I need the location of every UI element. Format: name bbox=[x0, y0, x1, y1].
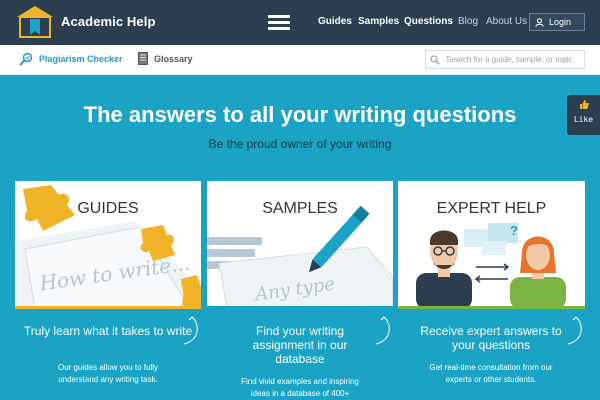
search-box[interactable] bbox=[425, 50, 585, 69]
user-icon bbox=[535, 17, 544, 27]
plagiarism-checker-link[interactable]: Plagiarism Checker bbox=[19, 52, 123, 66]
samples-card[interactable]: Any type SAMPLES bbox=[207, 181, 393, 309]
samples-description: Find vivid examples and inspiring ideas … bbox=[241, 377, 359, 398]
like-widget[interactable]: Like bbox=[567, 95, 600, 135]
samples-card-title: SAMPLES bbox=[262, 200, 338, 217]
expert-help-card-title: EXPERT HELP bbox=[436, 200, 547, 217]
nav-blog[interactable]: Blog bbox=[458, 16, 478, 27]
like-label: Like bbox=[573, 115, 594, 124]
samples-heading: Find your writing assignment in our data… bbox=[252, 324, 348, 366]
question-mark-text: ? bbox=[510, 223, 518, 238]
academic-help-logo[interactable] bbox=[16, 5, 54, 39]
guides-heading: Truly learn what it takes to write bbox=[23, 324, 193, 338]
nav-about-us[interactable]: About Us bbox=[486, 16, 527, 27]
login-button[interactable]: Login bbox=[529, 13, 585, 31]
guides-card-title: GUIDES bbox=[77, 200, 139, 217]
plagiarism-label: Plagiarism Checker bbox=[39, 54, 123, 64]
nav-guides[interactable]: Guides bbox=[318, 16, 352, 27]
expert-help-description: Get real-time consultation from our expe… bbox=[429, 363, 553, 384]
expert-help-card[interactable]: ? EXPERT HELP bbox=[398, 181, 585, 309]
nav-questions[interactable]: Questions bbox=[404, 16, 453, 27]
top-navbar: Academic Help Guides Samples Questions B… bbox=[0, 0, 600, 45]
login-label: Login bbox=[549, 17, 572, 27]
book-icon bbox=[138, 52, 148, 65]
thumbs-up-icon bbox=[579, 100, 589, 109]
expert-help-heading: Receive expert answers to your questions bbox=[420, 324, 562, 352]
guides-card[interactable]: How to write... GUIDES bbox=[15, 181, 201, 309]
menu-icon[interactable] bbox=[268, 15, 290, 31]
nav-samples[interactable]: Samples bbox=[358, 16, 399, 27]
hero-subtitle: Be the proud owner of your writing bbox=[208, 137, 392, 151]
glossary-label: Glossary bbox=[154, 53, 193, 64]
search-icon bbox=[430, 54, 440, 65]
brand-name[interactable]: Academic Help bbox=[61, 14, 156, 29]
glossary-link[interactable]: Glossary bbox=[138, 52, 193, 65]
search-input[interactable] bbox=[446, 55, 581, 64]
magnifier-check-icon bbox=[19, 52, 33, 66]
guides-description: Our guides allow you to fully understand… bbox=[57, 363, 159, 384]
hero-title: The answers to all your writing question… bbox=[83, 102, 517, 127]
